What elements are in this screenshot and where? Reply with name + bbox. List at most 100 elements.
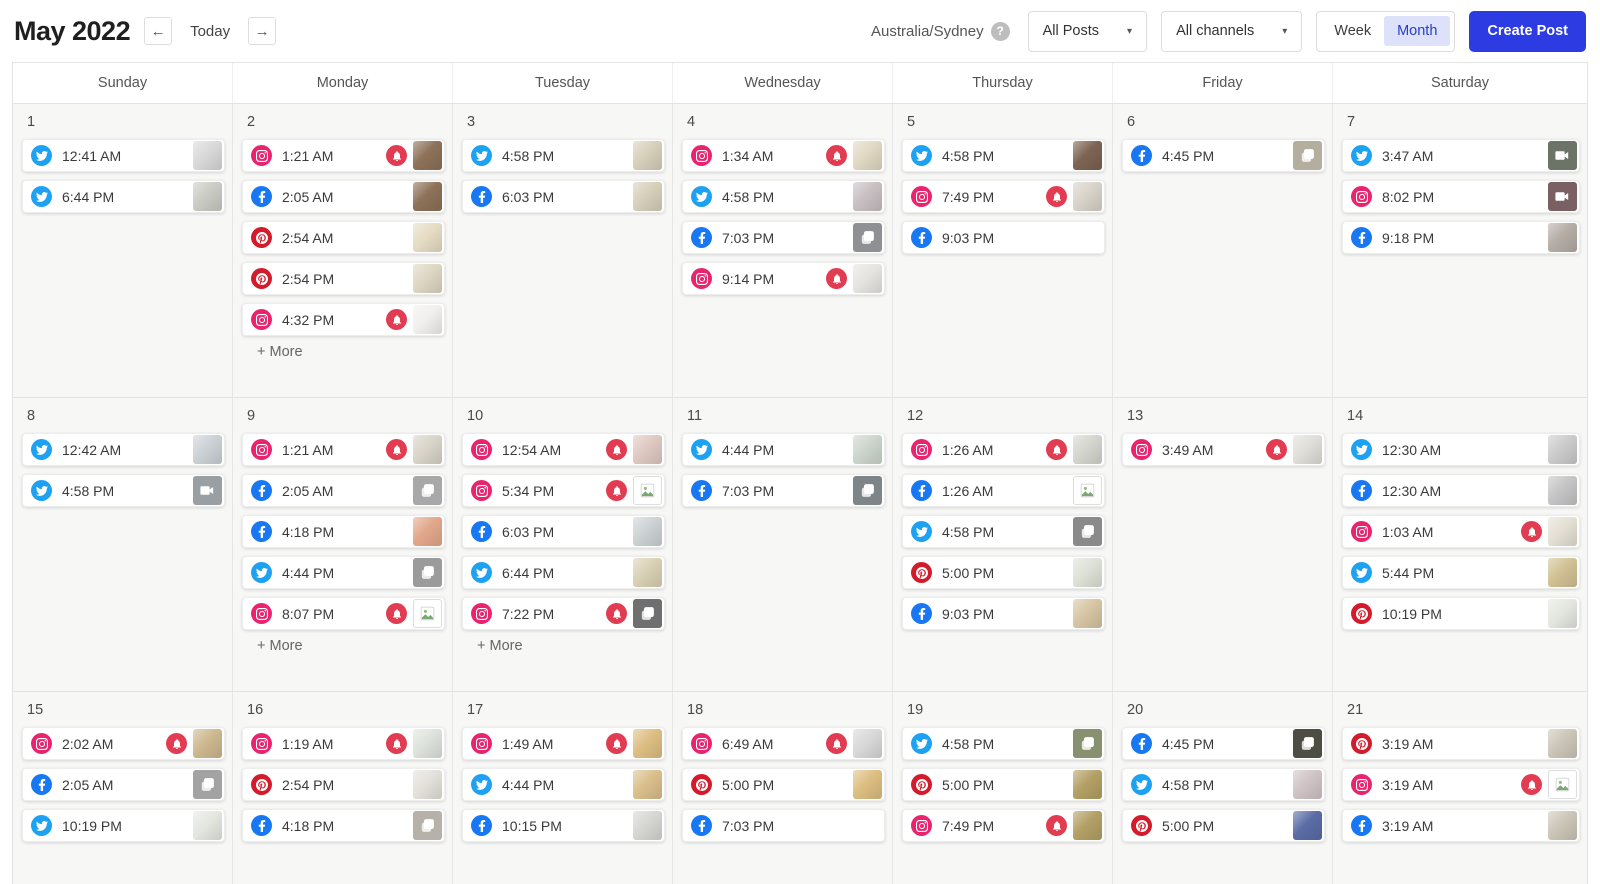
day-cell-2[interactable]: 2 1:21 AM 2:05 AM 2:54 AM 2:54 PM 4:32 PM + Mo… xyxy=(233,104,453,397)
day-cell-9[interactable]: 9 1:21 AM 2:05 AM 4:18 PM 4:44 PM 8:07 PM + Mo… xyxy=(233,398,453,691)
day-cell-16[interactable]: 16 1:19 AM 2:54 PM 4:18 PM xyxy=(233,692,453,884)
post-item[interactable]: 6:03 PM xyxy=(462,515,665,548)
post-item[interactable]: 7:03 PM xyxy=(682,474,885,507)
post-item[interactable]: 2:05 AM xyxy=(242,180,445,213)
post-item[interactable]: 4:32 PM xyxy=(242,303,445,336)
post-item[interactable]: 3:49 AM xyxy=(1122,433,1325,466)
post-item[interactable]: 4:44 PM xyxy=(242,556,445,589)
post-item[interactable]: 10:15 PM xyxy=(462,809,665,842)
post-item[interactable]: 3:19 AM xyxy=(1342,768,1580,801)
more-link[interactable]: + More xyxy=(233,638,452,654)
more-link[interactable]: + More xyxy=(233,344,452,360)
post-item[interactable]: 4:45 PM xyxy=(1122,139,1325,172)
post-item[interactable]: 10:19 PM xyxy=(1342,597,1580,630)
post-item[interactable]: 12:54 AM xyxy=(462,433,665,466)
day-cell-15[interactable]: 15 2:02 AM 2:05 AM 10:19 PM xyxy=(13,692,233,884)
post-item[interactable]: 6:44 PM xyxy=(462,556,665,589)
post-item[interactable]: 4:58 PM xyxy=(22,474,225,507)
week-view-button[interactable]: Week xyxy=(1321,16,1384,46)
post-item[interactable]: 4:45 PM xyxy=(1122,727,1325,760)
post-item[interactable]: 12:41 AM xyxy=(22,139,225,172)
post-item[interactable]: 2:54 PM xyxy=(242,262,445,295)
day-cell-3[interactable]: 3 4:58 PM 6:03 PM xyxy=(453,104,673,397)
day-cell-17[interactable]: 17 1:49 AM 4:44 PM 10:15 PM xyxy=(453,692,673,884)
post-item[interactable]: 2:02 AM xyxy=(22,727,225,760)
post-item[interactable]: 5:00 PM xyxy=(902,556,1105,589)
post-item[interactable]: 6:44 PM xyxy=(22,180,225,213)
more-link[interactable]: + More xyxy=(453,638,672,654)
post-item[interactable]: 6:49 AM xyxy=(682,727,885,760)
post-item[interactable]: 10:19 PM xyxy=(22,809,225,842)
post-item[interactable]: 7:03 PM xyxy=(682,809,885,842)
post-item[interactable]: 5:00 PM xyxy=(1122,809,1325,842)
post-item[interactable]: 12:30 AM xyxy=(1342,433,1580,466)
post-item[interactable]: 12:42 AM xyxy=(22,433,225,466)
prev-month-button[interactable]: ← xyxy=(144,17,173,45)
post-item[interactable]: 2:05 AM xyxy=(242,474,445,507)
month-view-button[interactable]: Month xyxy=(1384,16,1451,46)
post-item[interactable]: 8:07 PM xyxy=(242,597,445,630)
post-item[interactable]: 7:49 PM xyxy=(902,180,1105,213)
post-item[interactable]: 1:03 AM xyxy=(1342,515,1580,548)
post-item[interactable]: 9:03 PM xyxy=(902,221,1105,254)
post-item[interactable]: 1:34 AM xyxy=(682,139,885,172)
day-cell-13[interactable]: 13 3:49 AM xyxy=(1113,398,1333,691)
today-button[interactable]: Today xyxy=(190,23,230,40)
channels-filter-dropdown[interactable]: All channels ▾ xyxy=(1161,10,1303,52)
day-cell-4[interactable]: 4 1:34 AM 4:58 PM 7:03 PM 9:14 PM xyxy=(673,104,893,397)
post-item[interactable]: 2:05 AM xyxy=(22,768,225,801)
next-month-button[interactable]: → xyxy=(248,17,277,45)
day-cell-6[interactable]: 6 4:45 PM xyxy=(1113,104,1333,397)
post-item[interactable]: 9:18 PM xyxy=(1342,221,1580,254)
post-item[interactable]: 1:49 AM xyxy=(462,727,665,760)
day-cell-12[interactable]: 12 1:26 AM 1:26 AM 4:58 PM 5:00 PM 9:03 PM xyxy=(893,398,1113,691)
help-icon[interactable]: ? xyxy=(990,21,1010,41)
post-item[interactable]: 7:03 PM xyxy=(682,221,885,254)
post-item[interactable]: 1:21 AM xyxy=(242,139,445,172)
day-cell-8[interactable]: 8 12:42 AM 4:58 PM xyxy=(13,398,233,691)
post-time: 6:44 PM xyxy=(502,564,555,581)
post-item[interactable]: 9:14 PM xyxy=(682,262,885,295)
post-item[interactable]: 4:44 PM xyxy=(462,768,665,801)
post-item[interactable]: 4:58 PM xyxy=(902,515,1105,548)
post-item[interactable]: 12:30 AM xyxy=(1342,474,1580,507)
post-item[interactable]: 9:03 PM xyxy=(902,597,1105,630)
day-cell-11[interactable]: 11 4:44 PM 7:03 PM xyxy=(673,398,893,691)
post-item[interactable]: 4:18 PM xyxy=(242,809,445,842)
post-item[interactable]: 4:58 PM xyxy=(462,139,665,172)
day-cell-20[interactable]: 20 4:45 PM 4:58 PM 5:00 PM xyxy=(1113,692,1333,884)
post-item[interactable]: 1:26 AM xyxy=(902,433,1105,466)
post-item[interactable]: 5:00 PM xyxy=(682,768,885,801)
post-item[interactable]: 2:54 PM xyxy=(242,768,445,801)
post-item[interactable]: 4:58 PM xyxy=(1122,768,1325,801)
post-item[interactable]: 4:58 PM xyxy=(902,727,1105,760)
day-cell-10[interactable]: 10 12:54 AM 5:34 PM 6:03 PM 6:44 PM 7:22 PM + … xyxy=(453,398,673,691)
post-item[interactable]: 7:49 PM xyxy=(902,809,1105,842)
post-item[interactable]: 3:47 AM xyxy=(1342,139,1580,172)
post-item[interactable]: 4:44 PM xyxy=(682,433,885,466)
day-cell-18[interactable]: 18 6:49 AM 5:00 PM 7:03 PM xyxy=(673,692,893,884)
post-item[interactable]: 5:00 PM xyxy=(902,768,1105,801)
day-cell-7[interactable]: 7 3:47 AM 8:02 PM 9:18 PM xyxy=(1333,104,1587,397)
post-item[interactable]: 4:18 PM xyxy=(242,515,445,548)
post-item[interactable]: 2:54 AM xyxy=(242,221,445,254)
day-cell-1[interactable]: 1 12:41 AM 6:44 PM xyxy=(13,104,233,397)
day-cell-5[interactable]: 5 4:58 PM 7:49 PM 9:03 PM xyxy=(893,104,1113,397)
create-post-button[interactable]: Create Post xyxy=(1469,10,1586,52)
post-item[interactable]: 5:34 PM xyxy=(462,474,665,507)
day-cell-21[interactable]: 21 3:19 AM 3:19 AM 3:19 AM xyxy=(1333,692,1587,884)
post-item[interactable]: 8:02 PM xyxy=(1342,180,1580,213)
post-item[interactable]: 6:03 PM xyxy=(462,180,665,213)
day-cell-19[interactable]: 19 4:58 PM 5:00 PM 7:49 PM xyxy=(893,692,1113,884)
post-item[interactable]: 3:19 AM xyxy=(1342,809,1580,842)
post-item[interactable]: 7:22 PM xyxy=(462,597,665,630)
post-item[interactable]: 1:26 AM xyxy=(902,474,1105,507)
posts-filter-dropdown[interactable]: All Posts ▾ xyxy=(1027,10,1148,52)
post-item[interactable]: 4:58 PM xyxy=(682,180,885,213)
post-item[interactable]: 1:19 AM xyxy=(242,727,445,760)
post-item[interactable]: 3:19 AM xyxy=(1342,727,1580,760)
post-item[interactable]: 4:58 PM xyxy=(902,139,1105,172)
post-item[interactable]: 1:21 AM xyxy=(242,433,445,466)
post-item[interactable]: 5:44 PM xyxy=(1342,556,1580,589)
day-cell-14[interactable]: 14 12:30 AM 12:30 AM 1:03 AM 5:44 PM 10:19 PM xyxy=(1333,398,1587,691)
